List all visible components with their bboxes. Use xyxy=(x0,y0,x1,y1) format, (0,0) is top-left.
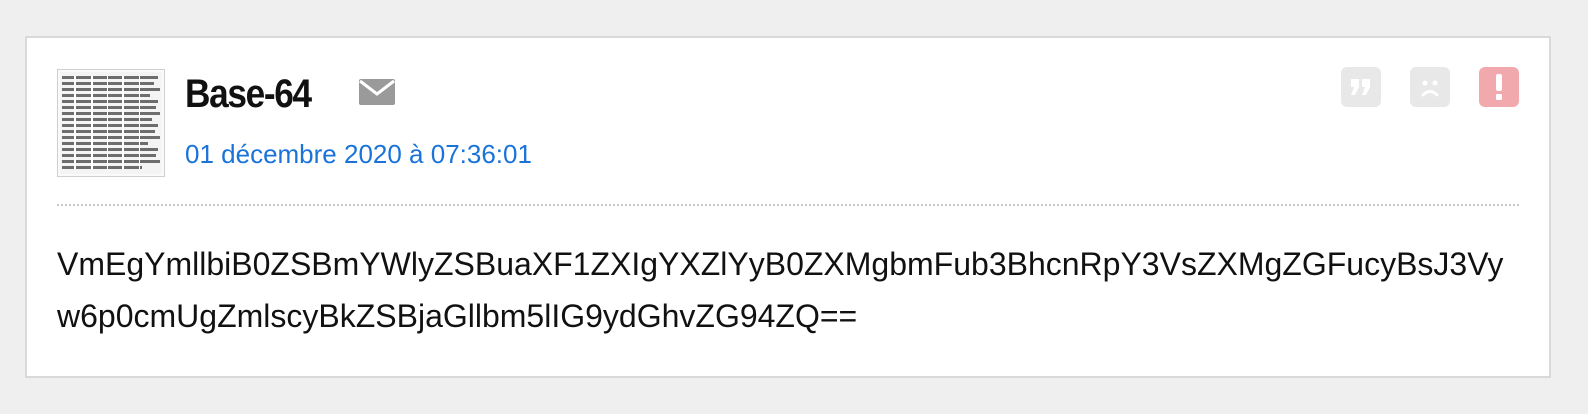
post-message: VmEgYmllbiB0ZSBmYWlyZSBuaXF1ZXIgYXZlYyB0… xyxy=(57,246,1504,334)
sad-face-icon xyxy=(1421,80,1439,97)
quote-icon xyxy=(1351,79,1370,95)
report-button[interactable] xyxy=(1479,67,1519,107)
quote-button[interactable] xyxy=(1341,67,1381,107)
post-author-name[interactable]: Base-64 xyxy=(185,70,312,118)
avatar-image xyxy=(60,72,162,174)
post-date[interactable]: 01 décembre 2020 à 07:36:01 xyxy=(185,138,532,170)
post-divider xyxy=(57,204,1519,206)
post-actions xyxy=(1341,67,1519,107)
avatar[interactable] xyxy=(57,69,165,177)
envelope-icon[interactable] xyxy=(358,78,396,106)
forum-post-card: Base-64 01 décembre 2020 à 07:36:01 VmEg… xyxy=(25,36,1551,378)
dislike-button[interactable] xyxy=(1410,67,1450,107)
exclamation-icon xyxy=(1496,74,1502,100)
